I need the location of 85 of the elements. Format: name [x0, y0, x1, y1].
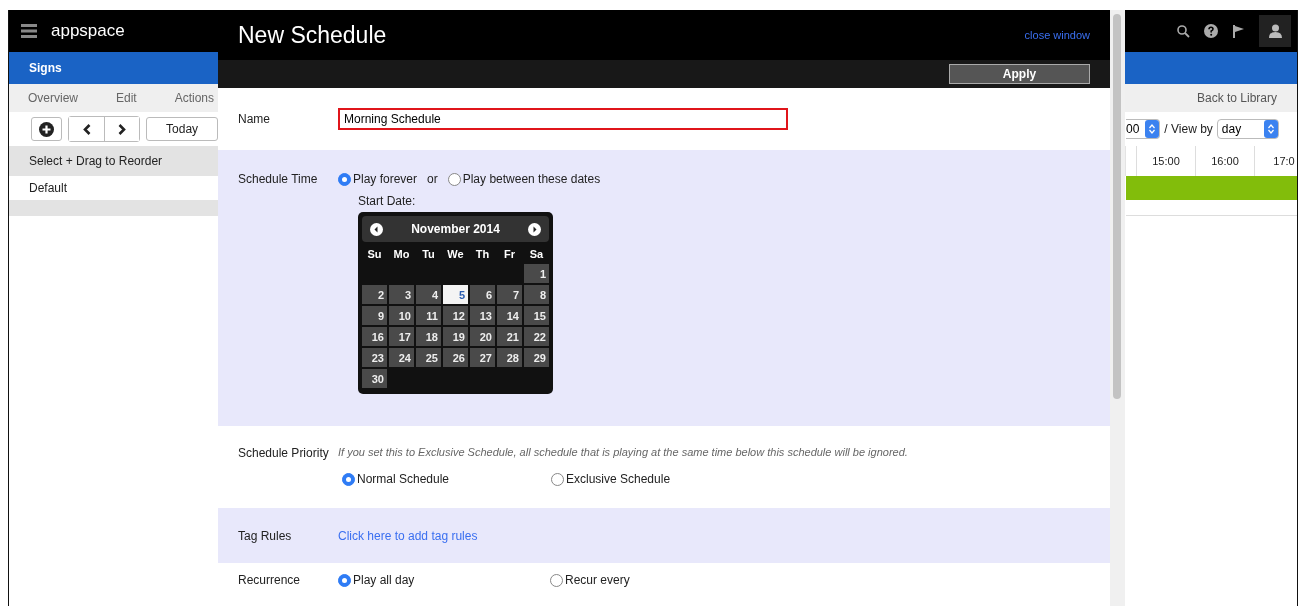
day-cell[interactable]: 6 — [470, 285, 495, 304]
day-cell[interactable]: 23 — [362, 348, 387, 367]
weekday-label: Sa — [528, 248, 545, 260]
weekday-label: Fr — [503, 248, 516, 260]
month-title: November 2014 — [411, 222, 500, 236]
day-cell[interactable]: 15 — [524, 306, 549, 325]
day-cell[interactable]: 26 — [443, 348, 468, 367]
plus-icon — [39, 121, 55, 137]
back-to-library-link[interactable]: Back to Library — [1196, 91, 1277, 105]
flag-icon[interactable] — [1232, 24, 1245, 38]
day-cell[interactable]: 3 — [389, 285, 414, 304]
day-cell[interactable]: 12 — [443, 306, 468, 325]
day-cell[interactable]: 20 — [470, 327, 495, 346]
nav-tab[interactable]: Actions — [174, 91, 214, 105]
section-title: Signs — [29, 61, 62, 75]
or-label: or — [427, 172, 438, 186]
day-cell[interactable]: 30 — [362, 369, 387, 388]
radio-option[interactable]: Recur every — [550, 573, 630, 587]
chevron-left-icon — [82, 123, 91, 135]
field-label: Schedule Time — [238, 172, 319, 188]
stepper-icon — [1267, 124, 1274, 134]
name-field[interactable]: Morning Schedule — [338, 108, 788, 130]
day-cell[interactable]: 28 — [497, 348, 522, 367]
add-button[interactable] — [31, 117, 63, 141]
time-select[interactable]: 00 — [1126, 119, 1161, 139]
day-cell[interactable]: 27 — [470, 348, 495, 367]
app-logo: appspace — [51, 21, 125, 41]
list-item[interactable]: Default — [29, 181, 68, 195]
day-cell[interactable]: 10 — [389, 306, 414, 325]
chevron-right-icon — [118, 123, 127, 135]
list-header: Select + Drag to Reorder — [29, 154, 163, 168]
field-label: Tag Rules — [238, 528, 293, 543]
view-by-label: / View by — [1164, 122, 1213, 136]
priority-note: If you set this to Exclusive Schedule, all schedule that is playing at the same time below this schedule will be ignored. — [338, 446, 909, 458]
day-cell[interactable]: 21 — [497, 327, 522, 346]
field-label: Recurrence — [238, 573, 302, 589]
today-button[interactable]: Today — [146, 117, 218, 141]
add-tag-rules-link[interactable]: Click here to add tag rules — [338, 528, 1090, 543]
field-label: Schedule Priority — [238, 446, 330, 462]
day-cell[interactable]: 9 — [362, 306, 387, 325]
scrollbar[interactable] — [1110, 10, 1125, 606]
day-cell[interactable]: 18 — [416, 327, 441, 346]
stepper-icon — [1149, 124, 1156, 134]
radio-option[interactable]: Play between these dates — [447, 172, 601, 186]
weekday-label: Mo — [392, 248, 411, 260]
day-cell[interactable]: 2 — [362, 285, 387, 304]
weekday-label: We — [446, 248, 465, 260]
day-cell[interactable]: 1 — [524, 264, 549, 283]
day-cell[interactable]: 16 — [362, 327, 387, 346]
nav-tab[interactable]: Overview — [28, 91, 78, 105]
weekday-label: Su — [366, 248, 383, 260]
weekday-label: Tu — [421, 248, 436, 260]
close-window-link[interactable]: close window — [1024, 29, 1090, 41]
radio-option[interactable]: Play all day — [338, 573, 415, 587]
day-cell[interactable]: 19 — [443, 327, 468, 346]
radio-option[interactable]: Normal Schedule — [342, 472, 450, 486]
day-cell[interactable]: 24 — [389, 348, 414, 367]
user-icon — [1268, 24, 1282, 38]
day-cell[interactable]: 13 — [470, 306, 495, 325]
user-button[interactable] — [1259, 15, 1291, 47]
nav-tab[interactable]: Edit — [116, 91, 137, 105]
menu-icon[interactable] — [21, 24, 37, 38]
weekday-label: Th — [474, 248, 491, 260]
view-select[interactable]: day — [1216, 119, 1279, 139]
apply-button[interactable]: Apply — [949, 64, 1090, 84]
help-icon[interactable] — [1204, 24, 1218, 38]
radio-option[interactable]: Exclusive Schedule — [551, 472, 671, 486]
search-icon[interactable] — [1177, 24, 1190, 38]
day-cell[interactable]: 5 — [443, 285, 468, 304]
day-cell[interactable]: 4 — [416, 285, 441, 304]
day-cell[interactable]: 7 — [497, 285, 522, 304]
day-cell[interactable]: 8 — [524, 285, 549, 304]
day-cell[interactable]: 22 — [524, 327, 549, 346]
field-label: Name — [238, 112, 271, 126]
day-cell[interactable]: 29 — [524, 348, 549, 367]
day-cell[interactable]: 14 — [497, 306, 522, 325]
next-button[interactable] — [104, 117, 140, 141]
next-month-icon[interactable] — [528, 222, 541, 236]
previous-month-icon[interactable] — [370, 222, 383, 236]
radio-option[interactable]: Play forever — [338, 172, 418, 186]
start-date-label: Start Date: — [358, 194, 417, 208]
day-cell[interactable]: 25 — [416, 348, 441, 367]
day-cell[interactable]: 17 — [389, 327, 414, 346]
dialog-title: New Schedule — [238, 21, 387, 49]
day-cell[interactable]: 11 — [416, 306, 441, 325]
